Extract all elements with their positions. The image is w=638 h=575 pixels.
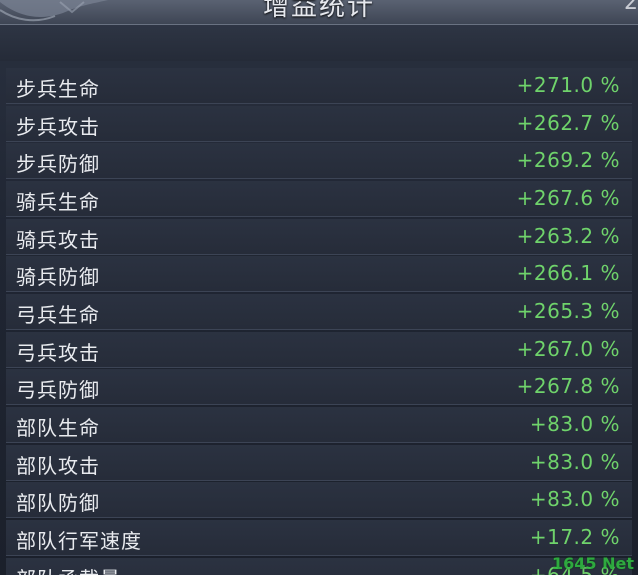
stat-label: 弓兵防御 — [16, 378, 100, 403]
stat-value: +269.2 % — [516, 148, 620, 173]
stat-row: 步兵生命 +271.0 % — [6, 68, 632, 104]
stat-row: 部队攻击 +83.0 % — [6, 444, 632, 481]
stat-row: 骑兵攻击 +263.2 % — [6, 218, 632, 255]
stat-row: 弓兵防御 +267.8 % — [6, 369, 632, 406]
stat-label: 部队攻击 — [16, 453, 100, 478]
stat-label: 部队行军速度 — [16, 528, 142, 553]
stat-label: 骑兵防御 — [16, 265, 100, 290]
stat-label: 部队防御 — [16, 491, 100, 516]
stat-value: +267.8 % — [516, 374, 620, 399]
stat-value: +267.6 % — [516, 185, 620, 210]
stat-value: +262.7 % — [516, 110, 620, 135]
stat-row: 部队承载量 +64.5 % — [6, 557, 632, 575]
stat-value: +83.0 % — [529, 487, 620, 512]
stat-row: 骑兵防御 +266.1 % — [6, 256, 632, 293]
stat-value: +17.2 % — [529, 524, 620, 549]
stat-label: 骑兵攻击 — [16, 227, 100, 252]
stats-list: 步兵生命 +271.0 % 步兵攻击 +262.7 % 步兵防御 +269.2 … — [6, 68, 632, 575]
stat-label: 步兵防御 — [16, 152, 100, 177]
stat-value: +265.3 % — [516, 298, 620, 323]
stat-row: 弓兵攻击 +267.0 % — [6, 331, 632, 368]
stat-label: 步兵攻击 — [16, 114, 100, 139]
stat-label: 部队生命 — [16, 415, 100, 440]
stat-label: 弓兵生命 — [16, 302, 100, 327]
stat-value: +271.0 % — [516, 73, 620, 97]
stat-row: 部队行军速度 +17.2 % — [6, 519, 632, 556]
stat-value: +263.2 % — [516, 223, 620, 248]
corner-mark: 2 — [624, 0, 638, 15]
stat-row: 弓兵生命 +265.3 % — [6, 293, 632, 330]
page-title: 增益统计 — [262, 0, 375, 22]
stat-row: 部队防御 +83.0 % — [6, 482, 632, 519]
stat-row: 骑兵生命 +267.6 % — [6, 180, 632, 217]
stat-label: 步兵生命 — [16, 77, 100, 101]
stat-value: +267.0 % — [516, 336, 620, 361]
stat-value: +83.0 % — [529, 449, 620, 474]
subheader-bar — [0, 24, 638, 61]
site-watermark: 1645 Net — [552, 554, 634, 573]
stat-label: 骑兵生命 — [16, 189, 100, 214]
panel-header: 增益统计 2 — [0, 0, 638, 24]
stat-value: +266.1 % — [516, 261, 620, 286]
stat-row: 步兵防御 +269.2 % — [6, 143, 632, 180]
stat-label: 部队承载量 — [16, 563, 121, 575]
stat-label: 弓兵攻击 — [16, 340, 100, 365]
stat-value: +83.0 % — [529, 411, 620, 436]
stat-row: 步兵攻击 +262.7 % — [6, 105, 632, 142]
stat-row: 部队生命 +83.0 % — [6, 406, 632, 443]
stats-panel: 增益统计 2 步兵生命 +271.0 % 步兵攻击 +262.7 % 步兵防御 … — [0, 0, 638, 575]
